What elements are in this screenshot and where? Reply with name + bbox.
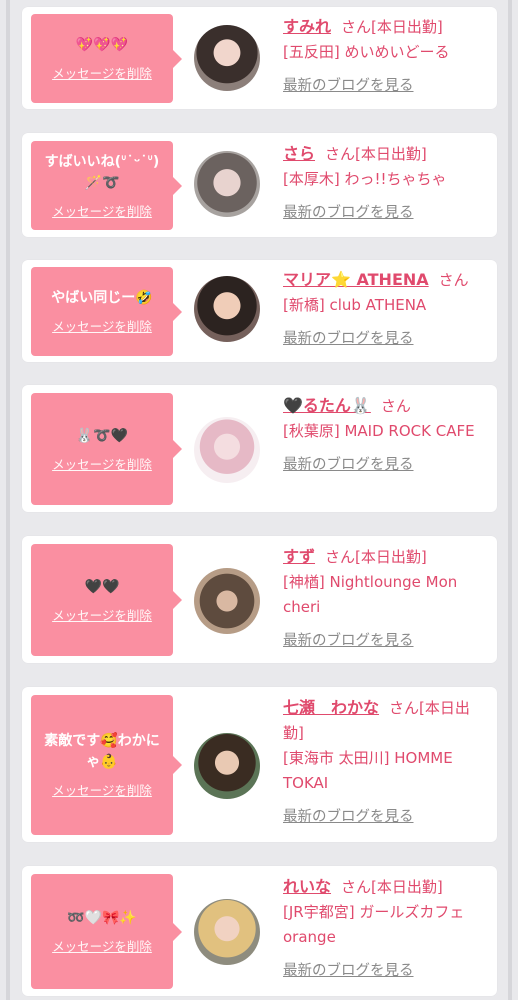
cast-info: 七瀬 わかな さん[本日出勤] [東海市 太田川] HOMME TOKAI 最新の… [283,695,488,830]
message-card: ➿🤍🎀✨ メッセージを削除 れいな さん[本日出勤] [JR宇都宮] ガールズカフ… [22,866,497,996]
message-card: すばいいね(ᐡ˙ᵕ˙ᐡ)🪄➰ メッセージを削除 さら さん[本日出勤] [本厚木]… [22,133,497,237]
message-text: 🖤🖤 [84,578,120,595]
message-bubble: やばい同じー🤣 メッセージを削除 [31,267,182,356]
message-text: 素敵です🥰わかにゃ👶 [44,733,160,770]
delete-message-link[interactable]: メッセージを削除 [52,454,152,473]
message-bubble: 🖤🖤 メッセージを削除 [31,544,182,656]
message-card: やばい同じー🤣 メッセージを削除 マリア⭐ ATHENA さん [新橋] club… [22,260,497,362]
message-text: ➿🤍🎀✨ [67,910,137,926]
cast-name-link[interactable]: マリア⭐ ATHENA [283,270,429,289]
latest-blog-link[interactable]: 最新のブログを見る [283,959,488,984]
avatar[interactable] [194,733,260,799]
honorific: さん [380,397,411,415]
avatar[interactable] [194,276,260,342]
honorific: さん [389,699,420,717]
status-text: [本日出勤] [355,145,427,163]
message-card: 素敵です🥰わかにゃ👶 メッセージを削除 七瀬 わかな さん[本日出勤] [東海市 … [22,687,497,842]
delete-message-link[interactable]: メッセージを削除 [52,780,152,799]
message-text: 💖💖💖 [75,37,129,53]
cast-info: さら さん[本日出勤] [本厚木] わっ!!ちゃちゃ 最新のブログを見る [283,141,488,226]
message-card: 🖤🖤 メッセージを削除 すず さん[本日出勤] [神楢] Nightlounge … [22,536,497,663]
honorific: さん [341,878,372,896]
cast-info: 🖤るたん🐰 さん [秋葉原] MAID ROCK CAFE 最新のブログを見る [283,393,488,478]
cast-name-link[interactable]: さら [283,144,315,163]
honorific: さん [438,271,469,289]
cast-name-link[interactable]: すず [283,547,315,566]
cast-info: れいな さん[本日出勤] [JR宇都宮] ガールズカフェ orange 最新のブロ… [283,874,488,984]
latest-blog-link[interactable]: 最新のブログを見る [283,201,488,226]
latest-blog-link[interactable]: 最新のブログを見る [283,805,488,830]
delete-message-link[interactable]: メッセージを削除 [52,605,152,624]
shop-text: [東海市 太田川] HOMME TOKAI [283,749,453,792]
cast-name-link[interactable]: れいな [283,877,331,896]
message-bubble: 🐰➰🖤 メッセージを削除 [31,393,182,505]
latest-blog-link[interactable]: 最新のブログを見る [283,74,488,99]
message-bubble: すばいいね(ᐡ˙ᵕ˙ᐡ)🪄➰ メッセージを削除 [31,141,182,230]
message-card: 💖💖💖 メッセージを削除 すみれ さん[本日出勤] [五反田] めいめいどーる 最… [22,7,497,109]
status-text: [本日出勤] [355,548,427,566]
message-bubble: ➿🤍🎀✨ メッセージを削除 [31,874,182,989]
cast-name-link[interactable]: 🖤るたん🐰 [283,396,371,415]
avatar[interactable] [194,25,260,91]
shop-text: [五反田] めいめいどーる [283,43,450,61]
message-card: 🐰➰🖤 メッセージを削除 🖤るたん🐰 さん [秋葉原] MAID ROCK CAF… [22,385,497,512]
delete-message-link[interactable]: メッセージを削除 [52,316,152,335]
message-text: すばいいね(ᐡ˙ᵕ˙ᐡ)🪄➰ [44,153,160,191]
shop-text: [JR宇都宮] ガールズカフェ orange [283,903,465,946]
status-text: [本日出勤] [371,878,443,896]
cast-info: すず さん[本日出勤] [神楢] Nightlounge Mon cheri 最新… [283,544,488,654]
delete-message-link[interactable]: メッセージを削除 [52,201,152,220]
latest-blog-link[interactable]: 最新のブログを見る [283,327,488,352]
shop-text: [本厚木] わっ!!ちゃちゃ [283,170,447,188]
delete-message-link[interactable]: メッセージを削除 [52,63,152,82]
message-text: やばい同じー🤣 [51,290,153,306]
message-bubble: 💖💖💖 メッセージを削除 [31,14,182,103]
shop-text: [神楢] Nightlounge Mon cheri [283,573,458,616]
shop-text: [秋葉原] MAID ROCK CAFE [283,422,475,440]
honorific: さん [325,145,356,163]
honorific: さん [325,548,356,566]
right-rail [508,0,512,1000]
avatar[interactable] [194,568,260,634]
avatar[interactable] [194,151,260,217]
latest-blog-link[interactable]: 最新のブログを見る [283,629,488,654]
latest-blog-link[interactable]: 最新のブログを見る [283,453,488,478]
avatar[interactable] [194,899,260,965]
delete-message-link[interactable]: メッセージを削除 [52,936,152,955]
shop-text: [新橋] club ATHENA [283,296,427,314]
honorific: さん [341,18,372,36]
message-bubble: 素敵です🥰わかにゃ👶 メッセージを削除 [31,695,182,835]
cast-name-link[interactable]: すみれ [283,17,331,36]
status-text: [本日出勤] [371,18,443,36]
left-rail [6,0,10,1000]
avatar[interactable] [194,417,260,483]
cast-info: すみれ さん[本日出勤] [五反田] めいめいどーる 最新のブログを見る [283,14,488,99]
message-text: 🐰➰🖤 [75,427,129,444]
cast-name-link[interactable]: 七瀬 わかな [283,698,379,717]
cast-info: マリア⭐ ATHENA さん [新橋] club ATHENA 最新のブログを見る [283,267,488,352]
